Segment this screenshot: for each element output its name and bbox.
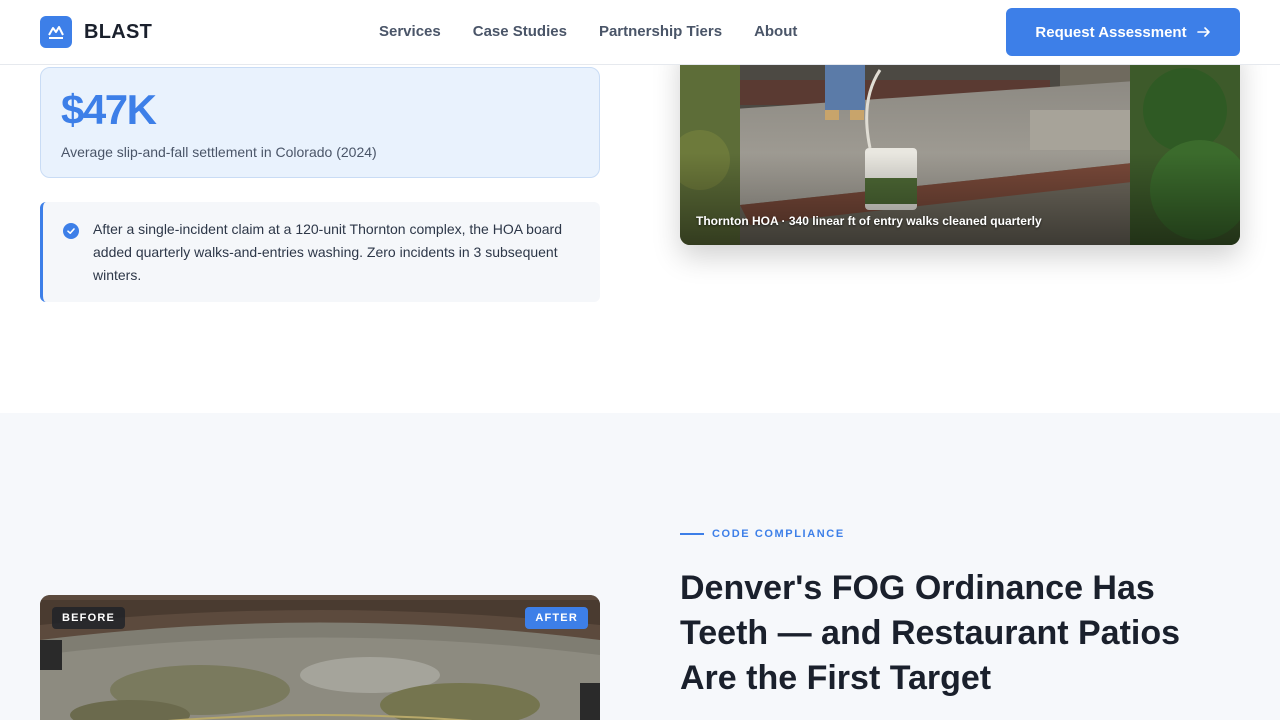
eyebrow-line (680, 533, 704, 535)
before-label: BEFORE (52, 607, 126, 629)
stat-value: $47K (61, 86, 157, 133)
thornton-walkway-photo: Thornton HOA · 340 linear ft of entry wa… (680, 40, 1240, 245)
nav-partnership-tiers[interactable]: Partnership Tiers (599, 23, 722, 40)
eyebrow-text: CODE COMPLIANCE (712, 528, 845, 540)
photo-caption: Thornton HOA · 340 linear ft of entry wa… (696, 214, 1042, 228)
nav-case-studies[interactable]: Case Studies (473, 23, 567, 40)
arrow-right-icon (1196, 27, 1210, 37)
case-callout: After a single-incident claim at a 120-u… (40, 202, 600, 302)
callout-text: After a single-incident claim at a 120-u… (93, 221, 562, 283)
section-headline: Denver's FOG Ordinance Has Teeth — and R… (680, 569, 1181, 697)
nav-about[interactable]: About (754, 23, 797, 40)
brand-name: BLAST (84, 20, 153, 43)
nav-services[interactable]: Services (379, 23, 441, 40)
main-nav: Services Case Studies Partnership Tiers … (379, 23, 797, 40)
logo-icon (40, 16, 72, 48)
site-header: BLAST Services Case Studies Partnership … (0, 0, 1280, 65)
brand-logo[interactable]: BLAST (40, 16, 152, 48)
request-assessment-button[interactable]: Request Assessment (1006, 8, 1240, 56)
section-eyebrow: CODE COMPLIANCE (680, 528, 845, 540)
stat-card: $47K Average slip-and-fall settlement in… (40, 67, 600, 178)
stat-label: Average slip-and-fall settlement in Colo… (61, 144, 377, 160)
request-assessment-label: Request Assessment (1035, 23, 1187, 41)
after-label: AFTER (525, 607, 588, 629)
check-circle-icon (63, 223, 79, 239)
before-after-photo: BEFORE AFTER (40, 595, 600, 720)
